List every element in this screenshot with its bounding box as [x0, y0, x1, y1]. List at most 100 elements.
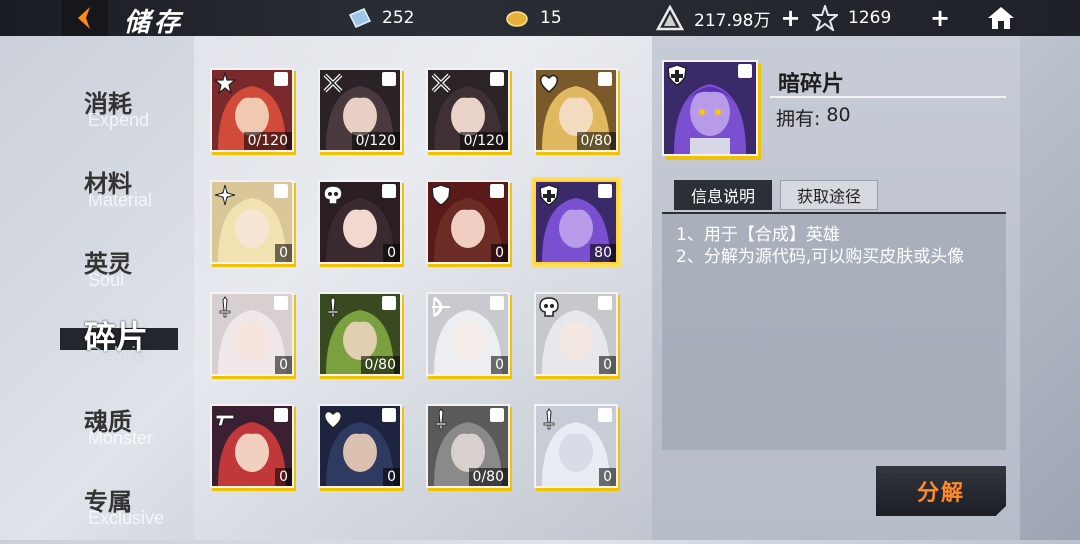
puzzle-piece-icon	[598, 184, 612, 198]
fragment-count: 0	[491, 356, 508, 374]
fragment-card[interactable]: 0/80	[534, 68, 618, 152]
heart-icon	[323, 410, 343, 429]
resource-gold: 217.98万 +	[656, 0, 801, 36]
fragment-card[interactable]: 0/120	[210, 68, 294, 152]
fragment-card[interactable]: 0	[210, 404, 294, 488]
fragment-count: 0/120	[243, 132, 292, 150]
puzzle-piece-icon	[598, 72, 612, 86]
puzzle-piece-icon	[382, 184, 396, 198]
puzzle-piece-icon	[274, 408, 288, 422]
fragment-card[interactable]: 0	[210, 180, 294, 264]
detail-owned: 拥有: 80	[776, 104, 851, 131]
fragment-count: 0/80	[576, 132, 616, 150]
tab-info[interactable]: 信息说明	[674, 180, 772, 210]
tab-source[interactable]: 获取途径	[780, 180, 878, 210]
category-expend[interactable]: 消耗 Expend	[84, 84, 194, 146]
add-star-button[interactable]: +	[930, 6, 950, 30]
resource-star: 1269	[812, 0, 891, 36]
cross-shield-icon	[667, 64, 687, 86]
ticket-value: 252	[382, 8, 415, 28]
fragment-count: 0/80	[468, 468, 508, 486]
fragment-count: 80	[590, 244, 616, 262]
sword-icon	[435, 408, 447, 430]
heart-icon	[539, 74, 559, 93]
puzzle-piece-icon	[490, 296, 504, 310]
back-button[interactable]	[62, 0, 108, 36]
puzzle-piece-icon	[490, 408, 504, 422]
fragment-count: 0	[275, 468, 292, 486]
fragment-card[interactable]: 0	[534, 404, 618, 488]
sword-icon	[219, 296, 231, 318]
puzzle-piece-icon	[382, 408, 396, 422]
home-icon	[988, 7, 1014, 29]
owned-value: 80	[826, 104, 851, 126]
description-box: 1、用于【合成】英雄 2、分解为源代码,可以购买皮肤或头像	[662, 212, 1006, 450]
top-bar: 储存 252 15 217.98万 + 1269 +	[0, 0, 1080, 38]
puzzle-piece-icon	[274, 72, 288, 86]
desc-line-2: 2、分解为源代码,可以购买皮肤或头像	[676, 247, 965, 267]
cross-icon	[431, 73, 451, 93]
fragment-card[interactable]: 0	[426, 292, 510, 376]
fragment-count: 0/120	[351, 132, 400, 150]
fragment-card[interactable]: 0/80	[318, 292, 402, 376]
fragment-card[interactable]: 0/80	[426, 404, 510, 488]
puzzle-piece-icon	[598, 408, 612, 422]
category-debris[interactable]: 碎片 Debris	[84, 312, 194, 374]
category-label-en: Expend	[88, 110, 150, 130]
category-material[interactable]: 材料 Material	[84, 164, 194, 226]
star-icon	[214, 72, 236, 94]
fragment-card[interactable]: 80	[534, 180, 618, 264]
category-label-en: Material	[88, 190, 153, 210]
fragment-count: 0	[383, 244, 400, 262]
fragment-count: 0/80	[360, 356, 400, 374]
category-soul[interactable]: 英灵 Soul	[84, 244, 194, 306]
category-monster[interactable]: 魂质 Monster	[84, 402, 194, 464]
puzzle-piece-icon	[598, 296, 612, 310]
sword-icon	[543, 408, 555, 430]
gold-triangle-icon	[656, 5, 684, 31]
resource-ticket: 252	[346, 0, 414, 36]
fragment-card[interactable]: 0/120	[426, 68, 510, 152]
category-label-en: Debris	[88, 344, 146, 366]
home-button[interactable]	[982, 0, 1020, 36]
bow-icon	[432, 296, 450, 318]
fragment-count: 0	[599, 468, 616, 486]
add-gold-button[interactable]: +	[780, 6, 800, 30]
fragment-count: 0	[491, 244, 508, 262]
puzzle-piece-icon	[738, 64, 752, 78]
category-label-en: Soul	[88, 270, 125, 290]
fragment-card[interactable]: 0	[534, 292, 618, 376]
gold-value: 217.98万	[694, 10, 771, 31]
shield-icon	[431, 184, 451, 206]
puzzle-piece-icon	[382, 72, 396, 86]
puzzle-piece-icon	[490, 72, 504, 86]
puzzle-piece-icon	[274, 184, 288, 198]
sword-icon	[327, 296, 339, 318]
category-exclusive[interactable]: 专属 Exclusive	[84, 482, 194, 544]
owned-label: 拥有:	[776, 108, 821, 130]
category-label-en: Exclusive	[88, 508, 165, 528]
fragment-count: 0	[599, 356, 616, 374]
skull-icon	[539, 297, 559, 317]
fragment-count: 0	[275, 244, 292, 262]
detail-portrait	[662, 60, 758, 156]
puzzle-piece-icon	[274, 296, 288, 310]
cross-shield-icon	[539, 184, 559, 206]
fragment-card[interactable]: 0	[426, 180, 510, 264]
fragment-count: 0/120	[459, 132, 508, 150]
fragment-card[interactable]: 0	[210, 292, 294, 376]
decompose-button[interactable]: 分解	[876, 466, 1006, 516]
page-title: 储存	[124, 8, 185, 38]
detail-item-name: 暗碎片	[778, 72, 845, 97]
fragment-count: 0	[383, 468, 400, 486]
puzzle-piece-icon	[382, 296, 396, 310]
star-value: 1269	[848, 8, 892, 28]
resource-coin: 15	[504, 0, 562, 36]
fragment-card[interactable]: 0	[318, 180, 402, 264]
category-label-en: Monster	[88, 428, 154, 448]
fragment-card[interactable]: 0/120	[318, 68, 402, 152]
fragment-card[interactable]: 0	[318, 404, 402, 488]
desc-line-1: 1、用于【合成】英雄	[676, 225, 840, 245]
coin-value: 15	[540, 8, 562, 28]
star-crystal-icon	[812, 5, 838, 31]
